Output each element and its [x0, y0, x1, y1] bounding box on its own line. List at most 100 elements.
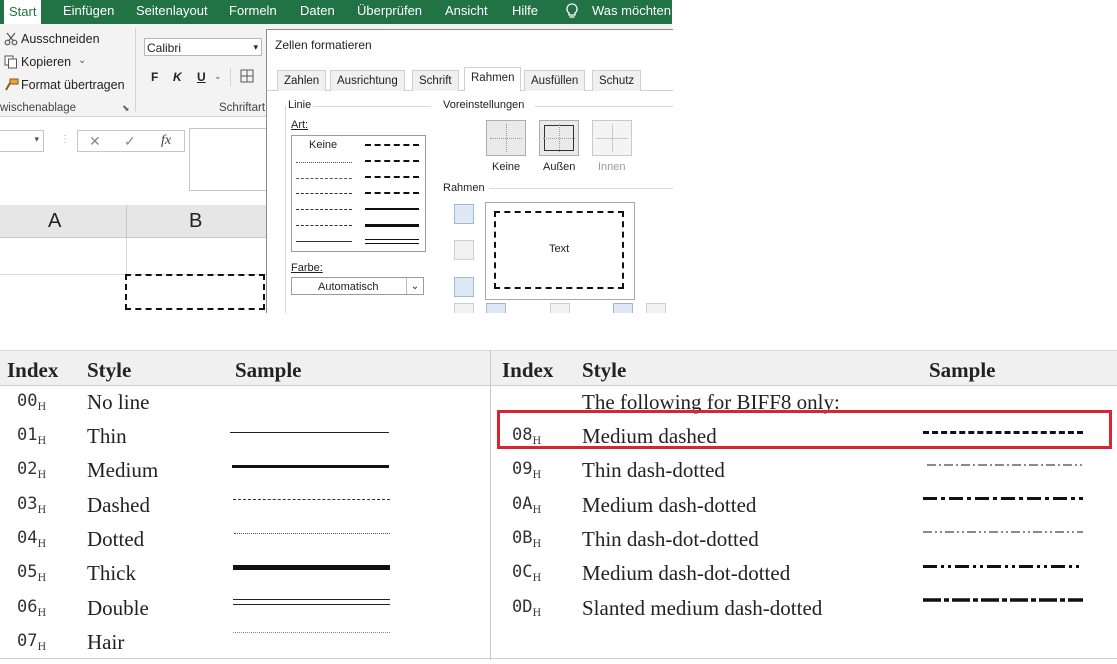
- border-group-label: Rahmen: [443, 182, 485, 194]
- header-index: Index: [502, 358, 554, 382]
- column-header-a[interactable]: A: [48, 210, 61, 233]
- header-index: Index: [7, 358, 59, 382]
- line-style-dotted[interactable]: [296, 178, 352, 179]
- copy-button[interactable]: Kopieren: [21, 55, 71, 69]
- sample-dotted: [234, 533, 390, 534]
- border-middle-button[interactable]: [454, 240, 474, 260]
- line-group-label: Linie: [288, 99, 312, 111]
- line-style-hair[interactable]: [296, 162, 352, 163]
- tab-hilfe[interactable]: Hilfe: [512, 3, 538, 18]
- tab-ansicht[interactable]: Ansicht: [445, 3, 488, 18]
- tab-schutz[interactable]: Schutz: [592, 70, 642, 91]
- cell-b-selected[interactable]: [125, 274, 265, 310]
- row-index: 02H: [17, 459, 47, 481]
- font-name-select[interactable]: Calibri ▾: [144, 38, 262, 56]
- tab-start[interactable]: Start: [4, 0, 42, 24]
- tab-zahlen[interactable]: Zahlen: [277, 70, 327, 91]
- chevron-down-icon[interactable]: ⌄: [78, 55, 86, 66]
- format-painter-button[interactable]: Format übertragen: [21, 78, 125, 92]
- sample-medium-dash-dotted: [923, 497, 1083, 500]
- border-top-button[interactable]: [454, 204, 474, 224]
- line-style-dashed[interactable]: [296, 225, 352, 226]
- chevron-down-icon[interactable]: ⌄: [406, 278, 423, 294]
- line-style-medium-dash-dot[interactable]: [365, 144, 419, 146]
- enter-icon[interactable]: ✓: [124, 133, 136, 150]
- sample-medium-dashed: [923, 431, 1083, 434]
- row-style: Medium: [87, 458, 159, 482]
- row-style: Dotted: [87, 527, 145, 551]
- cancel-icon[interactable]: ✕: [89, 133, 101, 150]
- line-style-double[interactable]: [365, 239, 419, 244]
- dialog-launcher-icon[interactable]: ⬊: [122, 103, 130, 114]
- tab-daten[interactable]: Daten: [300, 3, 335, 18]
- row-index: 0CH: [512, 562, 542, 584]
- row-style: Thin dash-dot-dotted: [582, 527, 759, 551]
- border-left-button[interactable]: [486, 303, 506, 313]
- presets-group-label: Voreinstellungen: [443, 99, 525, 111]
- tab-schrift[interactable]: Schrift: [412, 70, 459, 91]
- row-index: 0AH: [512, 494, 542, 516]
- header-style: Style: [87, 358, 132, 382]
- paintbrush-icon[interactable]: [4, 78, 19, 95]
- underline-button[interactable]: U: [197, 70, 206, 84]
- grid-line: [543, 138, 575, 139]
- copy-icon[interactable]: [4, 55, 18, 72]
- preset-none-button[interactable]: [486, 120, 526, 156]
- table-header: Index Style Sample Index Style Sample: [0, 350, 1117, 386]
- preset-inside-button[interactable]: [592, 120, 632, 156]
- line-style-none[interactable]: Keine: [309, 139, 337, 151]
- formula-input[interactable]: [189, 128, 267, 191]
- borders-icon[interactable]: [240, 69, 254, 86]
- line-style-slanted[interactable]: [365, 160, 419, 162]
- border-bottom-button[interactable]: [454, 277, 474, 297]
- chevron-down-icon[interactable]: ⌄: [214, 71, 222, 82]
- tab-ausfuellen[interactable]: Ausfüllen: [524, 70, 586, 91]
- row-index: 07H: [17, 631, 47, 653]
- sample-medium: [232, 465, 389, 468]
- sample-thin-dash-dot-dotted: [923, 531, 1083, 533]
- border-diagonal-down-button[interactable]: [646, 303, 666, 313]
- column-header-b[interactable]: B: [189, 210, 202, 233]
- preset-outline-button[interactable]: [539, 120, 579, 156]
- line-style-medium[interactable]: [365, 208, 419, 210]
- bold-button[interactable]: F: [151, 70, 158, 84]
- tab-ueberpruefen[interactable]: Überprüfen: [357, 3, 422, 18]
- chevron-down-icon: ▾: [34, 134, 39, 144]
- header-style: Style: [582, 358, 627, 382]
- border-diagonal-up-button[interactable]: [454, 303, 474, 313]
- name-box[interactable]: ▾: [0, 130, 44, 152]
- tab-seitenlayout[interactable]: Seitenlayout: [136, 3, 208, 18]
- format-cells-dialog: Zellen formatieren Zahlen Ausrichtung Sc…: [266, 29, 673, 313]
- line-style-list[interactable]: Keine: [291, 135, 426, 252]
- grid-line: [596, 138, 628, 139]
- border-right-button[interactable]: [613, 303, 633, 313]
- border-preview[interactable]: Text: [485, 202, 635, 300]
- border-center-button[interactable]: [550, 303, 570, 313]
- row-style: Thin: [87, 424, 127, 448]
- tab-formeln[interactable]: Formeln: [229, 3, 277, 18]
- line-style-thin[interactable]: [296, 241, 352, 242]
- function-icon[interactable]: fx: [161, 133, 171, 149]
- line-style-dash-dot-dot[interactable]: [296, 193, 352, 194]
- scissors-icon[interactable]: [4, 32, 18, 49]
- italic-button[interactable]: K: [173, 70, 182, 84]
- column-divider: [126, 205, 127, 237]
- line-style-thick[interactable]: [365, 224, 419, 227]
- group-line: [535, 106, 673, 107]
- tell-me-search[interactable]: Was möchten S: [592, 3, 683, 18]
- table-bottom-rule: [0, 658, 1117, 659]
- color-select[interactable]: Automatisch ⌄: [291, 277, 424, 295]
- line-style-dash-dot[interactable]: [296, 209, 352, 210]
- sample-thick: [233, 565, 390, 570]
- lightbulb-icon[interactable]: [565, 3, 579, 22]
- sample-medium-dash-dot-dotted: [923, 565, 1083, 568]
- line-style-medium-dashed[interactable]: [365, 192, 419, 194]
- cut-button[interactable]: Ausschneiden: [21, 32, 100, 46]
- line-style-medium-dash-dot-dot[interactable]: [365, 176, 419, 178]
- tab-ausrichtung[interactable]: Ausrichtung: [330, 70, 405, 91]
- group-line: [285, 106, 286, 313]
- drag-handle-icon[interactable]: ⋮: [60, 134, 70, 145]
- ribbon-tab-bar: Start Einfügen Seitenlayout Formeln Date…: [0, 0, 683, 24]
- tab-einfuegen[interactable]: Einfügen: [63, 3, 114, 18]
- tab-rahmen[interactable]: Rahmen: [464, 67, 522, 91]
